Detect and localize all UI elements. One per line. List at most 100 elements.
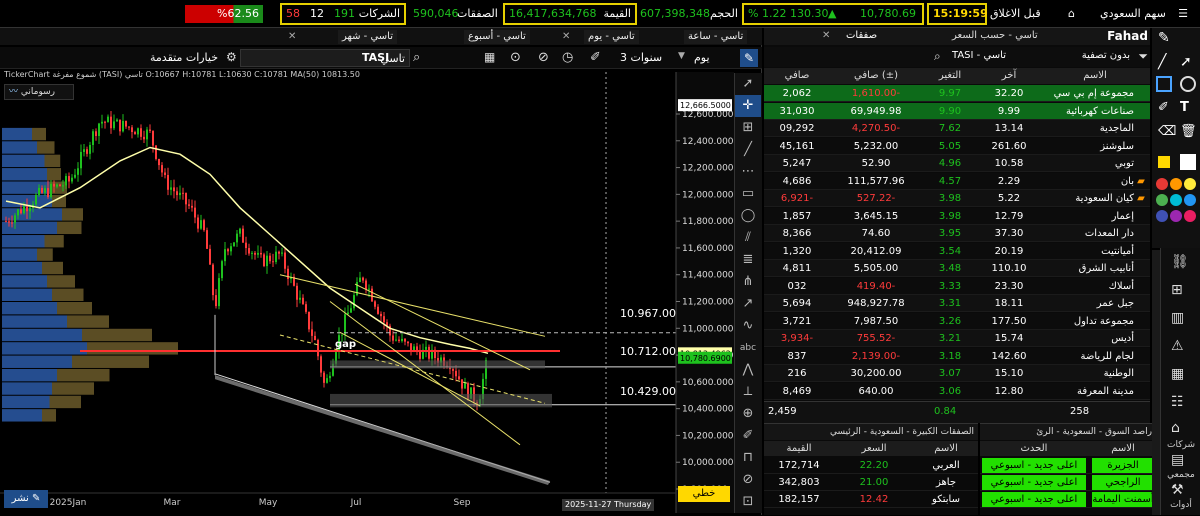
draw-tool-icon[interactable]: ✐ [590,50,601,65]
chevron-down-icon[interactable]: ▼ [678,51,685,61]
col-name[interactable]: الاسم [914,441,978,456]
table-row[interactable]: مجموعة إم بي سي 32.20 9.97 1,610.00- 2,062 [764,85,1150,102]
tab-day[interactable]: تاسي - يوم [584,30,639,44]
table-row[interactable]: أنابيب الشرق 110.10 3.48 5,505.00 4,811 [764,260,1150,277]
building-icon[interactable]: ⌂ [1171,420,1180,436]
color-indigo[interactable] [1156,210,1168,222]
advanced-options[interactable]: خيارات متقدمة [150,51,218,64]
tab-close-icon[interactable]: ✕ [822,30,830,41]
period-select[interactable]: 3 سنوات [620,51,662,64]
col-net2[interactable]: صافي [764,68,830,84]
brush-icon[interactable]: ✐ [735,425,761,447]
crosshair-icon[interactable]: ✛ [735,95,761,117]
channel-icon[interactable]: ⫽ [735,227,761,249]
tab-week[interactable]: تاسي - أسبوع [464,30,530,44]
window-menu-icon[interactable]: ☰ [1168,4,1198,24]
zigzag-icon[interactable]: ⋀ [735,359,761,381]
color-red[interactable] [1156,178,1168,190]
news-icon[interactable]: ☷ [1171,394,1184,410]
cursor-icon[interactable]: ➚ [735,73,761,95]
splitter[interactable] [1152,250,1160,515]
tab-by-price[interactable]: تاسي - حسب السعر [952,30,1038,41]
dash-line-icon[interactable]: ⋯ [735,161,761,183]
tools-link[interactable]: أدوات [1161,500,1200,510]
table-row[interactable]: أديس 15.74 3.21 755.52- 3,934- [764,330,1150,347]
color-purple[interactable] [1170,210,1182,222]
table-row[interactable]: الراجحي اعلى جديد - اسبوعي [980,474,1156,491]
compare-icon[interactable]: ⊘ [538,50,549,65]
measure-icon[interactable]: ⟂ [735,381,761,403]
magnet-icon[interactable]: ⊓ [735,447,761,469]
table-row[interactable]: الجزيرة اعلى جديد - اسبوعي [980,457,1156,474]
tab-close-icon[interactable]: ✕ [558,30,574,44]
tab-watchlist[interactable]: Fahad [1107,29,1148,43]
add-window-icon[interactable]: ⊞ [1171,282,1183,298]
color-swatch-white[interactable] [1180,154,1196,170]
color-cyan[interactable] [1170,194,1182,206]
tools-icon[interactable]: ⚒ [1171,482,1184,498]
zoom-icon[interactable]: ⊕ [735,403,761,425]
trash-icon[interactable]: 🗑 [1180,124,1197,139]
color-green[interactable] [1156,194,1168,206]
pencil-icon[interactable]: ✎ [740,49,758,67]
table-row[interactable]: أميانتيت 20.19 3.54 20,412.09 1,320 [764,242,1150,260]
publish-button[interactable]: نشر ✎ [4,490,48,508]
table-row[interactable]: سلوشنز 261.60 5.05 5,232.00 45,161 [764,137,1150,155]
table-row[interactable]: مجموعة تداول 177.50 3.26 7,987.50 3,721 [764,312,1150,330]
line-icon[interactable]: ╱ [1158,54,1166,70]
col-net[interactable]: صافي (±) [832,68,920,84]
table-row[interactable]: مدينة المعرفة 12.80 3.06 640.00 8,469 [764,382,1150,400]
col-event[interactable]: الحدث [980,441,1088,456]
table-row[interactable]: أسلاك 23.30 3.33 419.40- 032 [764,277,1150,295]
line-tool-icon[interactable]: ╱ [735,139,761,161]
calendar-icon[interactable]: ▦ [1171,366,1184,382]
table-row[interactable]: توبي 10.58 4.96 52.90 5,247 [764,155,1150,172]
lock-icon[interactable]: ⊡ [735,491,761,513]
col-last[interactable]: آخر [980,68,1038,84]
link-icon[interactable]: ⛓ [1171,254,1189,270]
table-row[interactable]: العربي 22.20 172,714 [764,457,978,474]
search-icon[interactable]: ⌕ [934,49,941,64]
table-row[interactable]: دار المعدات 37.30 3.95 74.60 8,366 [764,225,1150,242]
circle-icon[interactable] [1180,76,1196,92]
table-row[interactable]: بان 2.29 4.57 111,577.96 4,686 ▰ [764,172,1150,190]
aggregate-link[interactable]: مجمعي [1161,470,1200,480]
layout-icon[interactable]: ▦ [484,50,495,64]
ellipse-icon[interactable]: ◯ [735,205,761,227]
table-row[interactable]: إعمار 12.79 3.98 3,645.15 1,857 [764,207,1150,225]
tab-hour[interactable]: تاسي - ساعة [684,30,748,44]
pitchfork-icon[interactable]: ⋔ [735,271,761,293]
text-tool-icon[interactable]: abc [735,337,761,359]
table-row[interactable]: الوطنية 15.10 3.07 30,200.00 216 [764,365,1150,382]
gear-icon[interactable]: ⚙ [226,50,237,64]
hide-icon[interactable]: ⊘ [735,469,761,491]
tab-trades[interactable]: صفقات [846,30,877,41]
indicator-icon[interactable]: ⊙ [510,50,521,65]
table-row[interactable]: سابتكو 12.42 182,157 [764,491,978,508]
fibonacci-icon[interactable]: ≣ [735,249,761,271]
grid-icon[interactable]: ⊞ [735,117,761,139]
curve-icon[interactable]: ∿ [735,315,761,337]
color-blue[interactable] [1184,194,1196,206]
filter-icon[interactable]: ⏷ [1138,49,1148,64]
clock-icon[interactable]: ◷ [562,50,573,65]
search-icon[interactable]: ⌕ [413,50,420,65]
table-row[interactable]: لجام للرياضة 142.60 3.18 2,139.00- 837 [764,347,1150,365]
table-row[interactable]: الماجدية 13.14 7.62 4,270.50- 09,292 [764,120,1150,137]
color-yellow[interactable] [1184,178,1196,190]
table-row[interactable]: جاهز 21.00 342,803 [764,474,978,491]
highlighter-icon[interactable]: ✐ [1158,100,1169,115]
table-row[interactable]: جبل عمر 18.11 3.31 948,927.78 5,694 [764,295,1150,312]
home-icon[interactable]: ⌂ [1068,4,1088,24]
table-row[interactable]: أسمنت اليمامة اعلى جديد - اسبوعي [980,491,1156,508]
col-name[interactable]: الاسم [1040,68,1150,84]
companies-link[interactable]: شركات [1161,440,1200,450]
rectangle-icon[interactable]: ▭ [735,183,761,205]
tab-close-icon[interactable]: ✕ [284,30,300,44]
text-icon[interactable]: T [1180,100,1189,115]
col-price[interactable]: السعر [836,441,912,456]
filter-select[interactable]: بدون تصفية [1082,50,1130,61]
table-row[interactable]: كيان السعودية 5.22 3.98 527.22- 6,921- ▰ [764,190,1150,207]
interval-select[interactable]: يوم [694,51,710,64]
pen-icon[interactable]: ✎ [1158,30,1170,46]
